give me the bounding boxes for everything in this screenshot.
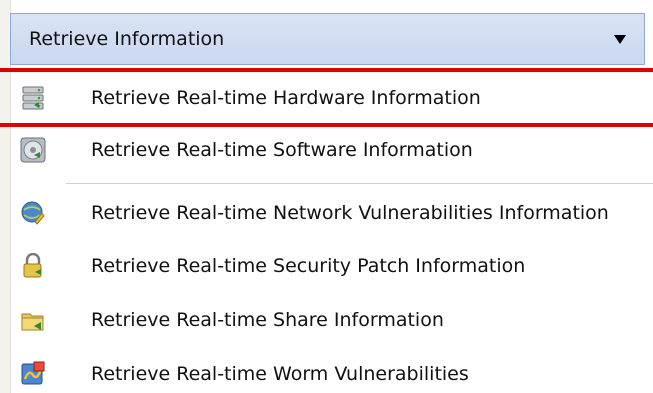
menu-item-hardware[interactable]: Retrieve Real-time Hardware Information xyxy=(10,72,653,124)
menu-item-label: Retrieve Real-time Network Vulnerabiliti… xyxy=(91,202,609,224)
worm-vulnerability-icon xyxy=(20,361,46,387)
dropdown-selected-label: Retrieve Information xyxy=(29,28,225,50)
menu-item-network-vulnerabilities[interactable]: Retrieve Real-time Network Vulnerabiliti… xyxy=(10,187,653,239)
menu-item-worm-vulnerabilities[interactable]: Retrieve Real-time Worm Vulnerabilities xyxy=(10,348,653,393)
retrieve-information-dropdown[interactable]: Retrieve Information xyxy=(10,13,645,65)
hardware-server-icon xyxy=(20,85,46,111)
software-disc-icon xyxy=(20,137,46,163)
menu-item-label: Retrieve Real-time Hardware Information xyxy=(91,87,481,109)
triangle-down-icon[interactable] xyxy=(614,34,626,44)
menu-item-software[interactable]: Retrieve Real-time Software Information xyxy=(10,124,653,176)
security-patch-lock-icon xyxy=(20,253,46,279)
menu-item-share[interactable]: Retrieve Real-time Share Information xyxy=(10,294,653,346)
menu-separator xyxy=(66,183,653,184)
menu-item-security-patch[interactable]: Retrieve Real-time Security Patch Inform… xyxy=(10,240,653,292)
retrieve-information-menu: Retrieve Information Retrieve Real-time … xyxy=(0,0,653,393)
menu-item-label: Retrieve Real-time Software Information xyxy=(91,139,473,161)
shared-folder-icon xyxy=(20,307,46,333)
menu-item-label: Retrieve Real-time Security Patch Inform… xyxy=(91,255,526,277)
network-vulnerability-icon xyxy=(20,200,46,226)
menu-item-label: Retrieve Real-time Share Information xyxy=(91,309,444,331)
menu-item-label: Retrieve Real-time Worm Vulnerabilities xyxy=(91,363,469,385)
